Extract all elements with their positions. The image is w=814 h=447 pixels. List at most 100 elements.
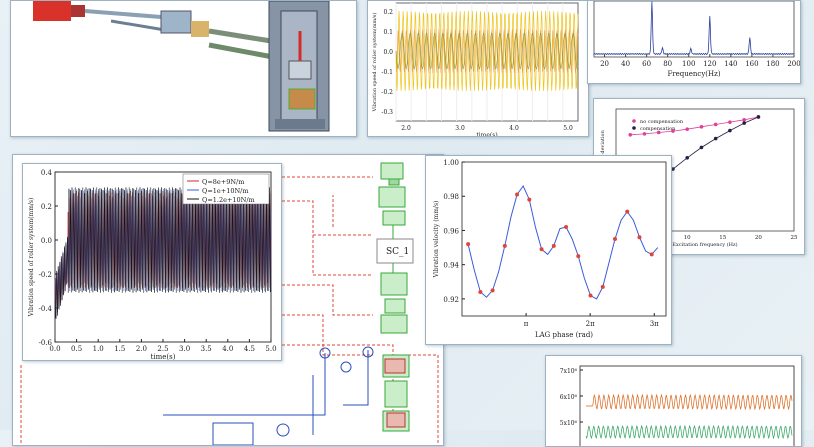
x-tick-label: 1.0 xyxy=(93,345,104,353)
x-tick-label: 80 xyxy=(663,60,672,68)
legend-marker xyxy=(632,119,636,123)
lag-phase-chart: 1.000.980.960.940.92π2π3π4πLAG phase (ra… xyxy=(425,155,672,345)
x-tick-label: 180 xyxy=(766,60,779,68)
x-tick-label: 100 xyxy=(682,60,695,68)
roll-mill-cad-icon xyxy=(33,1,330,132)
x-tick-label: 0.0 xyxy=(49,345,60,353)
plot-area xyxy=(593,1,795,58)
data-point xyxy=(515,192,520,197)
data-point xyxy=(490,288,495,293)
frequency-spectrum-chart: 20 40 60 80 100 120 140 160 180 200 Frequency(Hz) xyxy=(587,0,801,84)
x-tick-label: 60 xyxy=(642,60,651,68)
x-tick-label: 20 xyxy=(755,235,762,241)
x-axis-label: Excitation frequency (Hz) xyxy=(672,241,737,248)
data-point xyxy=(613,237,617,241)
x-tick-label: 3π xyxy=(650,320,659,328)
data-point xyxy=(539,247,544,252)
legend-label: Q=1.2e+10N/m xyxy=(202,196,255,204)
x-tick-label: 2.5 xyxy=(157,345,168,353)
schematic-node-label: SC_1 xyxy=(386,247,410,257)
data-point xyxy=(466,242,471,247)
y-axis-label: Vibration velocity (mm/s) xyxy=(433,201,440,279)
data-point xyxy=(742,117,746,122)
data-point xyxy=(742,121,746,125)
y-tick-label: 0.92 xyxy=(443,296,459,304)
bottom-right-chart: 7x10⁶ 6x10⁶ 5x10⁶ xyxy=(545,355,802,447)
x-tick-label: 40 xyxy=(621,60,630,68)
data-point xyxy=(576,254,581,259)
data-point xyxy=(728,128,732,133)
data-point xyxy=(699,125,704,129)
x-tick-label: 4.5 xyxy=(244,345,255,353)
y-tick-label: -0.4 xyxy=(39,305,53,313)
x-tick-label: 3.0 xyxy=(455,125,465,132)
vibration-speed-yellow-chart: 0.2 0.1 0.0 -0.1 -0.2 -0.3 2.0 3.0 4.0 5.0 time(s)… xyxy=(367,0,589,137)
data-point xyxy=(728,120,732,124)
x-tick-label: 140 xyxy=(724,60,737,68)
y-tick-label: -0.3 xyxy=(381,109,393,116)
plot-area xyxy=(461,161,667,317)
data-point xyxy=(637,235,642,240)
x-axis-label: time(s) xyxy=(476,132,497,136)
y-tick-label: -0.1 xyxy=(381,69,393,76)
data-point xyxy=(756,115,761,119)
data-point xyxy=(564,225,569,230)
y-tick-label: 0.98 xyxy=(443,193,459,201)
y-tick-label: 0.2 xyxy=(383,9,393,16)
x-tick-label: 20 xyxy=(600,60,609,68)
data-point xyxy=(600,284,605,289)
x-axis-label: LAG phase (rad) xyxy=(535,331,593,339)
x-tick-label: 4.0 xyxy=(509,125,519,132)
data-point xyxy=(588,293,593,298)
y-tick-label: 0.0 xyxy=(383,49,393,56)
cad-render-panel xyxy=(10,0,357,137)
data-point xyxy=(527,197,532,202)
x-tick-label: 120 xyxy=(703,60,716,68)
data-point xyxy=(713,136,718,141)
x-tick-label: 160 xyxy=(745,60,758,68)
legend-label: no compensation xyxy=(640,119,684,125)
y-tick-label: 0.2 xyxy=(41,203,52,211)
y-tick-label: -0.2 xyxy=(39,271,53,279)
data-point xyxy=(478,290,483,295)
x-tick-label: 2π xyxy=(586,320,595,328)
data-point xyxy=(628,133,633,137)
data-point xyxy=(699,145,704,150)
y-tick-label: 0.1 xyxy=(383,29,393,36)
x-tick-label: 10 xyxy=(684,235,691,241)
y-tick-label: 6x10⁶ xyxy=(560,394,578,401)
data-point xyxy=(502,243,507,248)
x-tick-label: 4.0 xyxy=(222,345,233,353)
y-tick-label: 0.4 xyxy=(41,169,53,177)
x-axis-label: time(s) xyxy=(151,353,176,360)
x-tick-label: 200 xyxy=(787,60,800,68)
main-vibration-chart: 0.4 0.2 0.0 -0.2 -0.4 -0.6 0.0 0.5 1.0 1.5 2.0 2.5 3… xyxy=(22,163,282,361)
y-axis-label: Vibration speed of roller system(mm/s) xyxy=(371,13,378,113)
y-tick-label: 0.96 xyxy=(443,227,459,235)
y-tick-label: -0.2 xyxy=(381,89,393,96)
legend-label: Q=1e+10N/m xyxy=(202,187,249,195)
legend-label: compensation xyxy=(640,126,676,132)
x-tick-label: 1.5 xyxy=(114,345,125,353)
x-tick-label: 2.0 xyxy=(401,125,411,132)
y-tick-label: 1.00 xyxy=(443,159,459,167)
y-tick-label: 0.0 xyxy=(41,237,52,245)
x-tick-label: 3.5 xyxy=(201,345,212,353)
x-tick-label: π xyxy=(524,320,529,328)
data-point xyxy=(713,122,718,127)
x-tick-label: 15 xyxy=(719,235,726,241)
legend-label: Q=8e+9N/m xyxy=(202,178,244,186)
y-tick-label: 0.94 xyxy=(443,262,459,270)
data-point xyxy=(625,209,630,214)
data-point xyxy=(649,252,654,257)
x-tick-label: 3.0 xyxy=(179,345,190,353)
y-tick-label: 5x10⁶ xyxy=(560,420,578,427)
x-tick-label: 2.0 xyxy=(136,345,147,353)
x-tick-label: 0.5 xyxy=(71,345,82,353)
x-tick-label: 5.0 xyxy=(563,125,573,132)
data-point xyxy=(685,156,689,160)
y-axis-label: Vibration speed of roller system(mm/s) xyxy=(28,198,35,318)
data-point xyxy=(685,127,689,131)
y-tick-label: 7x10⁶ xyxy=(560,368,578,375)
legend-marker xyxy=(632,126,636,130)
